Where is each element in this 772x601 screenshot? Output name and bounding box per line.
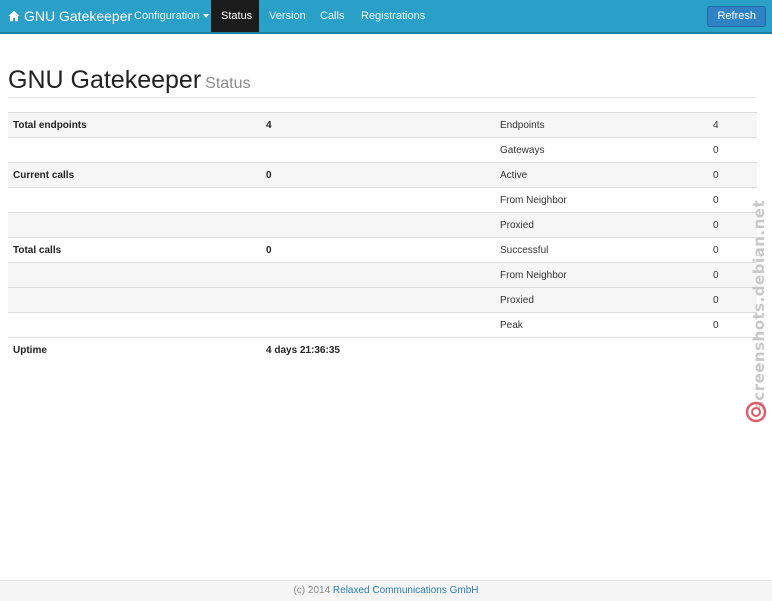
table-row: Proxied 0 [8,212,757,238]
row-label: Total calls [8,237,261,263]
nav-item-version-label: Version [269,10,306,22]
row-value: 4 [261,112,495,138]
row-label [8,262,261,288]
footer-copyright: (c) 2014 [293,585,331,596]
status-table: Total endpoints 4 Endpoints 4 Gateways 0… [8,112,757,362]
row-label: Total endpoints [8,112,261,138]
row-label: Uptime [8,337,261,362]
row-value [261,187,495,213]
brand-link[interactable]: GNU Gatekeeper [8,0,132,32]
row-sub-label: Gateways [495,137,708,163]
nav-item-status[interactable]: Status [211,0,259,32]
nav-item-status-label: Status [221,10,253,22]
row-value [261,287,495,313]
row-label [8,137,261,163]
row-value: 0 [261,237,495,263]
nav-item-version[interactable]: Version [259,0,316,32]
row-value [261,262,495,288]
brand-label: GNU Gatekeeper [24,8,133,24]
page-header: GNU Gatekeeper Status [8,64,756,98]
row-sub-label: Successful [495,237,708,263]
table-row: Peak 0 [8,312,757,338]
nav-item-configuration-label: Configuration [134,10,200,22]
table-row: From Neighbor 0 [8,187,757,213]
page-footer: (c) 2014 Relaxed Communications GmbH [0,580,772,601]
table-row: Proxied 0 [8,287,757,313]
page-subtitle: Status [205,75,251,92]
row-sub-label: Proxied [495,212,708,238]
top-navbar: GNU Gatekeeper Configuration Status Vers… [0,0,772,34]
nav-item-configuration[interactable]: Configuration [124,0,219,32]
row-value [261,137,495,163]
nav-item-registrations-label: Registrations [361,10,426,22]
page-title-text: GNU Gatekeeper [8,66,202,94]
row-sub-value: 0 [708,137,757,163]
nav-item-calls[interactable]: Calls [310,0,354,32]
home-icon [8,10,20,22]
row-sub-label [495,337,708,362]
table-row: Gateways 0 [8,137,757,163]
row-sub-label: Peak [495,312,708,338]
caret-down-icon [203,14,210,19]
table-row: From Neighbor 0 [8,262,757,288]
table-row: Current calls 0 Active 0 [8,162,757,188]
row-sub-label: Active [495,162,708,188]
page-title: GNU Gatekeeper Status [8,64,756,100]
refresh-button[interactable]: Refresh [707,6,766,27]
row-value: 0 [261,162,495,188]
watermark-text: screenshots.debian.net [750,199,768,411]
table-row: Total endpoints 4 Endpoints 4 [8,112,757,138]
row-label [8,312,261,338]
debian-swirl-icon [745,401,767,423]
row-label [8,212,261,238]
nav-item-registrations[interactable]: Registrations [351,0,435,32]
company-link[interactable]: Relaxed Communications GmbH [333,585,479,596]
table-row: Uptime 4 days 21:36:35 [8,337,757,362]
row-label [8,187,261,213]
row-value: 4 days 21:36:35 [261,337,495,362]
nav-item-calls-label: Calls [320,10,345,22]
row-sub-label: From Neighbor [495,187,708,213]
row-label: Current calls [8,162,261,188]
row-sub-value: 4 [708,112,757,138]
row-sub-label: Endpoints [495,112,708,138]
row-value [261,212,495,238]
row-sub-value: 0 [708,162,757,188]
row-sub-label: Proxied [495,287,708,313]
row-sub-label: From Neighbor [495,262,708,288]
watermark: screenshots.debian.net [745,186,768,426]
row-value [261,312,495,338]
row-label [8,287,261,313]
table-row: Total calls 0 Successful 0 [8,237,757,263]
